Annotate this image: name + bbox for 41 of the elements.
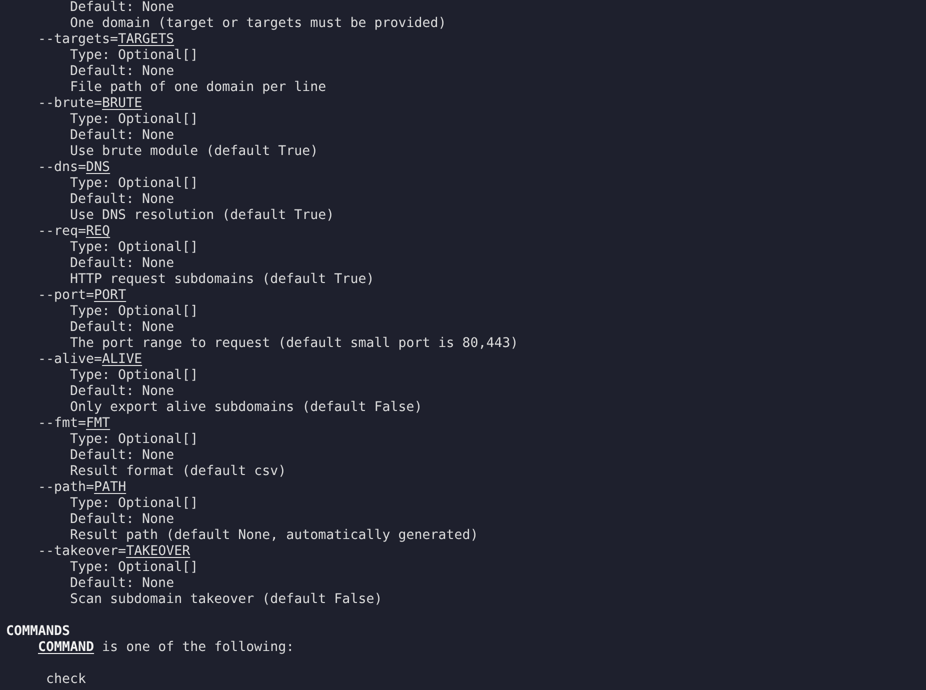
option-label: --dns=DNS — [38, 160, 110, 176]
option-detail: Default: None — [70, 192, 174, 208]
option-detail: HTTP request subdomains (default True) — [70, 272, 374, 288]
option-label: --req=REQ — [38, 224, 110, 240]
option-label: --targets=TARGETS — [38, 32, 174, 48]
commands-intro: COMMAND is one of the following: — [38, 640, 294, 656]
option-detail: Type: Optional[] — [70, 432, 198, 448]
option-detail: One domain (target or targets must be provided) — [70, 16, 446, 32]
option-detail: Type: Optional[] — [70, 368, 198, 384]
option-detail: Default: None — [70, 448, 174, 464]
option-detail: Only export alive subdomains (default False) — [70, 400, 422, 416]
option-detail: Type: Optional[] — [70, 304, 198, 320]
option-detail: Type: Optional[] — [70, 560, 198, 576]
option-detail: Type: Optional[] — [70, 176, 198, 192]
option-detail: Type: Optional[] — [70, 112, 198, 128]
option-label: --port=PORT — [38, 288, 126, 304]
option-detail: Default: None — [70, 512, 174, 528]
option-detail: Scan subdomain takeover (default False) — [70, 592, 382, 608]
option-label: --alive=ALIVE — [38, 352, 142, 368]
option-label: --takeover=TAKEOVER — [38, 544, 190, 560]
option-detail: The port range to request (default small port is 80,443) — [70, 336, 518, 352]
option-detail: Type: Optional[] — [70, 48, 198, 64]
option-detail: Result format (default csv) — [70, 464, 286, 480]
option-detail: Use DNS resolution (default True) — [70, 208, 334, 224]
option-label: --path=PATH — [38, 480, 126, 496]
option-label: --brute=BRUTE — [38, 96, 142, 112]
option-detail: Default: None — [70, 576, 174, 592]
option-detail: Default: None — [70, 384, 174, 400]
option-detail: Result path (default None, automatically generated) — [70, 528, 478, 544]
option-detail: Default: None — [70, 0, 174, 16]
section-heading: COMMANDS — [6, 624, 70, 640]
option-detail: Type: Optional[] — [70, 240, 198, 256]
option-detail: File path of one domain per line — [70, 80, 326, 96]
option-label: --fmt=FMT — [38, 416, 110, 432]
option-detail: Use brute module (default True) — [70, 144, 318, 160]
option-detail: Default: None — [70, 128, 174, 144]
option-detail: Default: None — [70, 64, 174, 80]
command-name: check — [46, 672, 86, 688]
option-detail: Type: Optional[] — [70, 496, 198, 512]
option-detail: Default: None — [70, 320, 174, 336]
option-detail: Default: None — [70, 256, 174, 272]
